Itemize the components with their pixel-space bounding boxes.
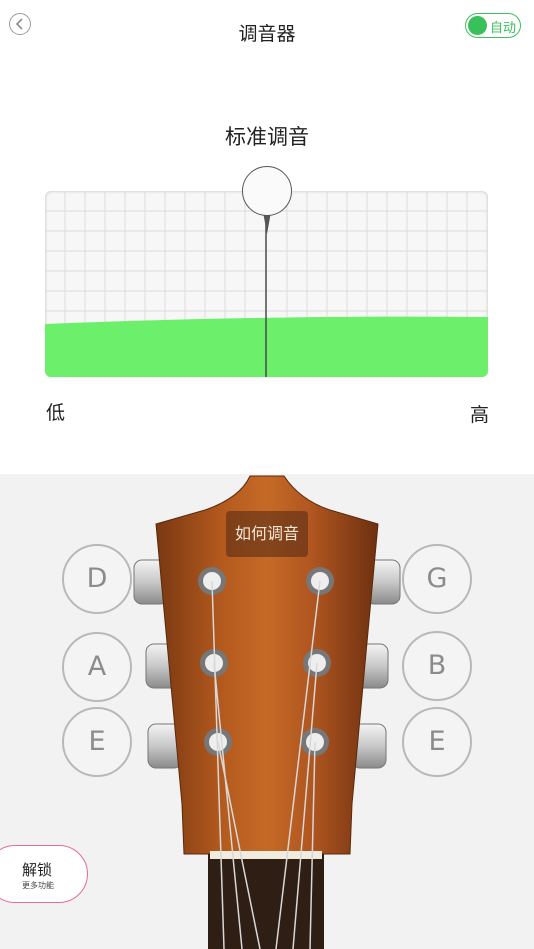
string-button-e-high[interactable]: E — [402, 707, 472, 777]
low-label: 低 — [46, 402, 66, 424]
string-button-e-low[interactable]: E — [62, 707, 132, 777]
fretboard — [208, 854, 324, 949]
page-title: 调音器 — [238, 23, 296, 45]
header-bar: 调音器 自动 — [0, 0, 534, 60]
unlock-subtitle: 更多功能 — [22, 881, 54, 890]
tuning-mode-title[interactable]: 标准调音 — [0, 121, 534, 151]
unlock-button[interactable]: 解锁 更多功能 — [0, 845, 88, 903]
how-to-tune-button[interactable]: 如何调音 — [226, 511, 308, 557]
needle-knob — [242, 166, 292, 216]
toggle-knob — [468, 16, 487, 35]
unlock-title: 解锁 — [22, 861, 53, 879]
string-button-a[interactable]: A — [62, 632, 132, 702]
guitar-area: 如何调音 D A E G B E 解锁 更多功能 — [0, 474, 534, 949]
string-button-d[interactable]: D — [62, 544, 132, 614]
high-label: 高 — [470, 404, 490, 426]
string-button-g[interactable]: G — [402, 544, 472, 614]
nut — [210, 851, 322, 859]
string-button-b[interactable]: B — [402, 631, 472, 701]
auto-toggle[interactable]: 自动 — [465, 13, 521, 38]
auto-toggle-label: 自动 — [490, 21, 517, 36]
